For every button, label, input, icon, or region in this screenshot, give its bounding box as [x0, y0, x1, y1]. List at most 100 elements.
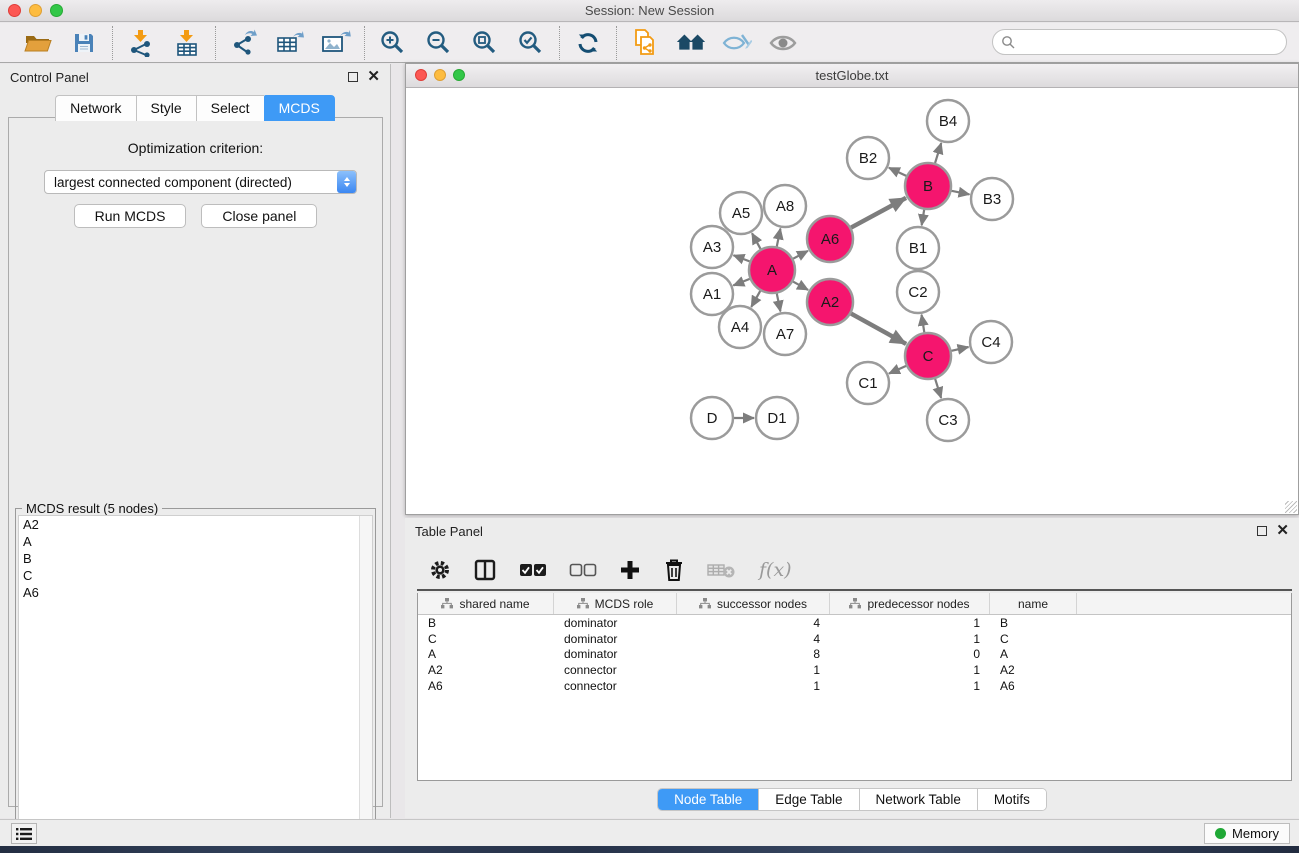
node-D[interactable]: D [691, 397, 733, 439]
node-A5[interactable]: A5 [720, 192, 762, 234]
edge-A2-C[interactable] [851, 314, 906, 344]
node-C1[interactable]: C1 [847, 362, 889, 404]
node-A6[interactable]: A6 [807, 216, 853, 262]
maximize-window-button[interactable] [50, 4, 63, 17]
search-input[interactable] [1020, 35, 1270, 50]
criterion-dropdown[interactable]: largest connected component (directed) [44, 170, 357, 194]
edge-A-A3[interactable] [733, 255, 749, 261]
node-A4[interactable]: A4 [719, 306, 761, 348]
edge-B-B1[interactable] [922, 210, 925, 226]
edge-A-A6[interactable] [793, 251, 808, 259]
table-row[interactable]: Bdominator41B [418, 615, 1291, 631]
edge-C-C2[interactable] [922, 315, 925, 333]
close-window-button[interactable] [8, 4, 21, 17]
zoom-selected-icon[interactable] [515, 28, 547, 58]
network-file-icon[interactable] [629, 28, 661, 58]
zoom-out-icon[interactable] [423, 28, 455, 58]
network-window-titlebar[interactable]: testGlobe.txt [406, 64, 1298, 88]
result-item[interactable]: B [19, 550, 372, 567]
edge-A-A5[interactable] [752, 233, 761, 249]
export-network-icon[interactable] [228, 28, 260, 58]
table-row[interactable]: Adominator80A [418, 647, 1291, 663]
tab-mcds[interactable]: MCDS [264, 95, 335, 121]
open-file-icon[interactable] [22, 28, 54, 58]
search-box[interactable] [992, 29, 1287, 55]
edge-C-C3[interactable] [935, 379, 941, 398]
node-C4[interactable]: C4 [970, 321, 1012, 363]
close-panel-button[interactable]: Close panel [201, 204, 317, 228]
run-mcds-button[interactable]: Run MCDS [74, 204, 187, 228]
column-header-MCDS-role[interactable]: MCDS role [554, 593, 677, 614]
float-panel-icon[interactable] [348, 72, 358, 82]
table-row[interactable]: Cdominator41C [418, 631, 1291, 647]
result-item[interactable]: C [19, 567, 372, 584]
result-item[interactable]: A6 [19, 584, 372, 601]
import-network-icon[interactable] [125, 28, 157, 58]
column-header-successor-nodes[interactable]: successor nodes [677, 593, 830, 614]
tab-edge-table[interactable]: Edge Table [759, 789, 859, 810]
network-close-button[interactable] [415, 69, 427, 81]
tab-style[interactable]: Style [136, 95, 196, 121]
column-header-name[interactable]: name [990, 593, 1077, 614]
node-B1[interactable]: B1 [897, 227, 939, 269]
edge-A-A8[interactable] [777, 229, 781, 247]
node-A7[interactable]: A7 [764, 313, 806, 355]
export-image-icon[interactable] [320, 28, 352, 58]
task-history-button[interactable] [11, 823, 37, 844]
close-table-panel-icon[interactable]: ✕ [1276, 526, 1289, 536]
tab-network[interactable]: Network [55, 95, 135, 121]
tab-motifs[interactable]: Motifs [978, 789, 1046, 810]
edge-A-A7[interactable] [777, 294, 781, 312]
node-C[interactable]: C [905, 333, 951, 379]
home-view-icon[interactable] [675, 28, 707, 58]
minimize-window-button[interactable] [29, 4, 42, 17]
table-row[interactable]: A2connector11A2 [418, 662, 1291, 678]
table-options-gear-icon[interactable] [429, 559, 451, 581]
tab-select[interactable]: Select [196, 95, 264, 121]
edge-B-B2[interactable] [889, 168, 906, 176]
edge-B-B4[interactable] [935, 143, 941, 163]
zoom-fit-icon[interactable] [469, 28, 501, 58]
zoom-in-icon[interactable] [377, 28, 409, 58]
node-B3[interactable]: B3 [971, 178, 1013, 220]
table-row[interactable]: A6connector11A6 [418, 678, 1291, 694]
close-panel-icon[interactable]: ✕ [367, 72, 380, 82]
node-C3[interactable]: C3 [927, 399, 969, 441]
select-all-checkboxes-icon[interactable] [519, 563, 547, 577]
node-B4[interactable]: B4 [927, 100, 969, 142]
show-view-icon[interactable] [767, 28, 799, 58]
tab-node-table[interactable]: Node Table [658, 789, 759, 810]
hide-annotations-icon[interactable] [721, 28, 753, 58]
edge-C-C1[interactable] [889, 366, 906, 374]
edge-C-C4[interactable] [951, 347, 968, 351]
show-columns-icon[interactable] [473, 558, 497, 582]
result-item[interactable]: A [19, 533, 372, 550]
deselect-all-checkboxes-icon[interactable] [569, 563, 597, 577]
node-A2[interactable]: A2 [807, 279, 853, 325]
node-B2[interactable]: B2 [847, 137, 889, 179]
edge-A6-B[interactable] [851, 198, 906, 228]
mcds-result-list[interactable]: A2ABCA6 [18, 515, 373, 847]
column-header-predecessor-nodes[interactable]: predecessor nodes [830, 593, 990, 614]
result-scrollbar[interactable] [359, 516, 372, 846]
result-item[interactable]: A2 [19, 516, 372, 533]
delete-column-icon[interactable] [663, 558, 685, 582]
export-table-icon[interactable] [274, 28, 306, 58]
node-C2[interactable]: C2 [897, 271, 939, 313]
network-maximize-button[interactable] [453, 69, 465, 81]
node-A8[interactable]: A8 [764, 185, 806, 227]
network-minimize-button[interactable] [434, 69, 446, 81]
edge-A-A2[interactable] [793, 282, 808, 290]
column-header-shared-name[interactable]: shared name [418, 593, 554, 614]
float-table-panel-icon[interactable] [1257, 526, 1267, 536]
save-session-icon[interactable] [68, 28, 100, 58]
edge-A-A1[interactable] [733, 279, 749, 286]
add-column-icon[interactable] [619, 559, 641, 581]
node-B[interactable]: B [905, 163, 951, 209]
node-A[interactable]: A [749, 247, 795, 293]
node-D1[interactable]: D1 [756, 397, 798, 439]
tab-network-table[interactable]: Network Table [860, 789, 978, 810]
node-A1[interactable]: A1 [691, 273, 733, 315]
memory-button[interactable]: Memory [1204, 823, 1290, 844]
node-A3[interactable]: A3 [691, 226, 733, 268]
